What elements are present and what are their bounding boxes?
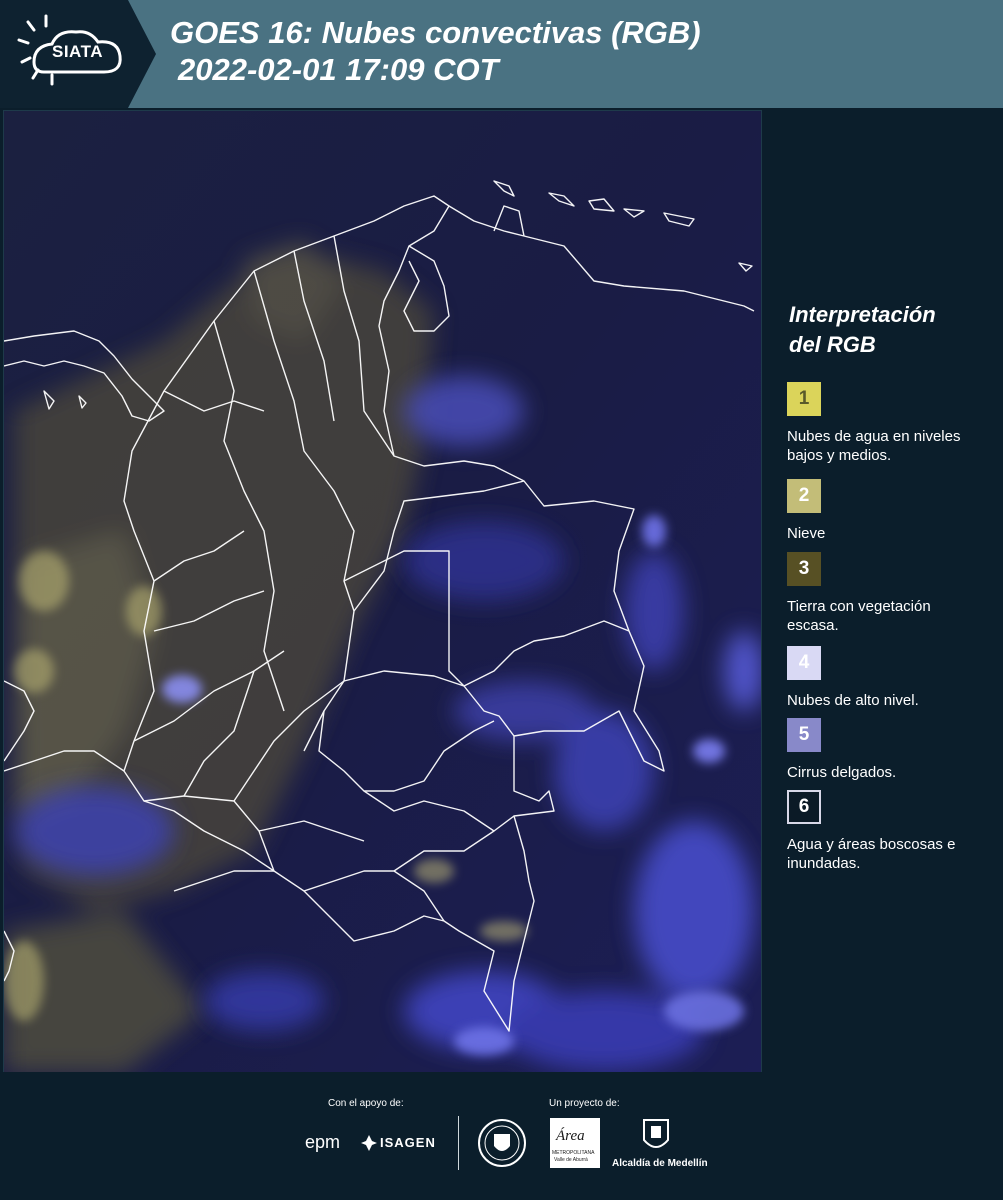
footer-divider (458, 1116, 459, 1170)
legend-item-3: 3 Tierra con vegetación escasa. (787, 552, 977, 635)
project-label: Un proyecto de: (549, 1098, 620, 1109)
title-line-2: 2022-02-01 17:09 COT (178, 52, 499, 87)
siata-logo: SIATA (0, 0, 160, 108)
legend-item-2: 2 Nieve (787, 479, 977, 543)
legend-swatch-3: 3 (787, 552, 821, 586)
epm-logo: epm (305, 1132, 341, 1152)
legend-label-2: Nieve (787, 525, 826, 542)
legend-title: Interpretación del RGB (789, 300, 989, 360)
legend-swatch-1: 1 (787, 382, 821, 416)
legend-label-1: Nubes de agua en niveles bajos y medios. (787, 428, 961, 464)
legend-label-4: Nubes de alto nivel. (787, 692, 919, 709)
legend-swatch-2: 2 (787, 479, 821, 513)
legend-label-3: Tierra con vegetación escasa. (787, 598, 931, 634)
legend-title-line-1: Interpretación (789, 302, 936, 327)
legend-swatch-5: 5 (787, 718, 821, 752)
legend-label-6: Agua y áreas boscosas e inundadas. (787, 836, 956, 872)
legend-panel: Interpretación del RGB 1 Nubes de agua e… (762, 110, 1003, 1072)
legend-title-line-2: del RGB (789, 332, 876, 357)
alcaldia-logo: Alcaldía de Medellín (612, 1158, 708, 1169)
area-metropolitana-logo: Área METROPOLITANA Valle de Aburrá (550, 1118, 600, 1168)
medellin-seal-icon (478, 1119, 526, 1167)
logo-text: SIATA (52, 42, 103, 61)
footer: Con el apoyo de: Un proyecto de: epm ISA… (0, 1072, 1003, 1200)
support-label: Con el apoyo de: (328, 1098, 404, 1109)
header-bar: SIATA GOES 16: Nubes convectivas (RGB) 2… (0, 0, 1003, 108)
legend-swatch-4: 4 (787, 646, 821, 680)
isagen-logo: ISAGEN (380, 1135, 436, 1150)
legend-item-1: 1 Nubes de agua en niveles bajos y medio… (787, 382, 977, 465)
area-logo-sub: METROPOLITANA (552, 1150, 595, 1156)
legend-item-6: 6 Agua y áreas boscosas e inundadas. (787, 790, 977, 873)
area-logo-sub2: Valle de Aburrá (554, 1157, 588, 1163)
satellite-image (3, 110, 762, 1074)
legend-item-5: 5 Cirrus delgados. (787, 718, 977, 782)
title-line-1: GOES 16: Nubes convectivas (RGB) (170, 15, 701, 50)
legend-swatch-6: 6 (787, 790, 821, 824)
isagen-mark-icon (361, 1135, 377, 1151)
page-title: GOES 16: Nubes convectivas (RGB) 2022-02… (170, 14, 701, 88)
alcaldia-shield-icon (643, 1119, 669, 1148)
area-logo-text: Área (556, 1128, 585, 1144)
legend-item-4: 4 Nubes de alto nivel. (787, 646, 977, 710)
legend-label-5: Cirrus delgados. (787, 764, 897, 781)
